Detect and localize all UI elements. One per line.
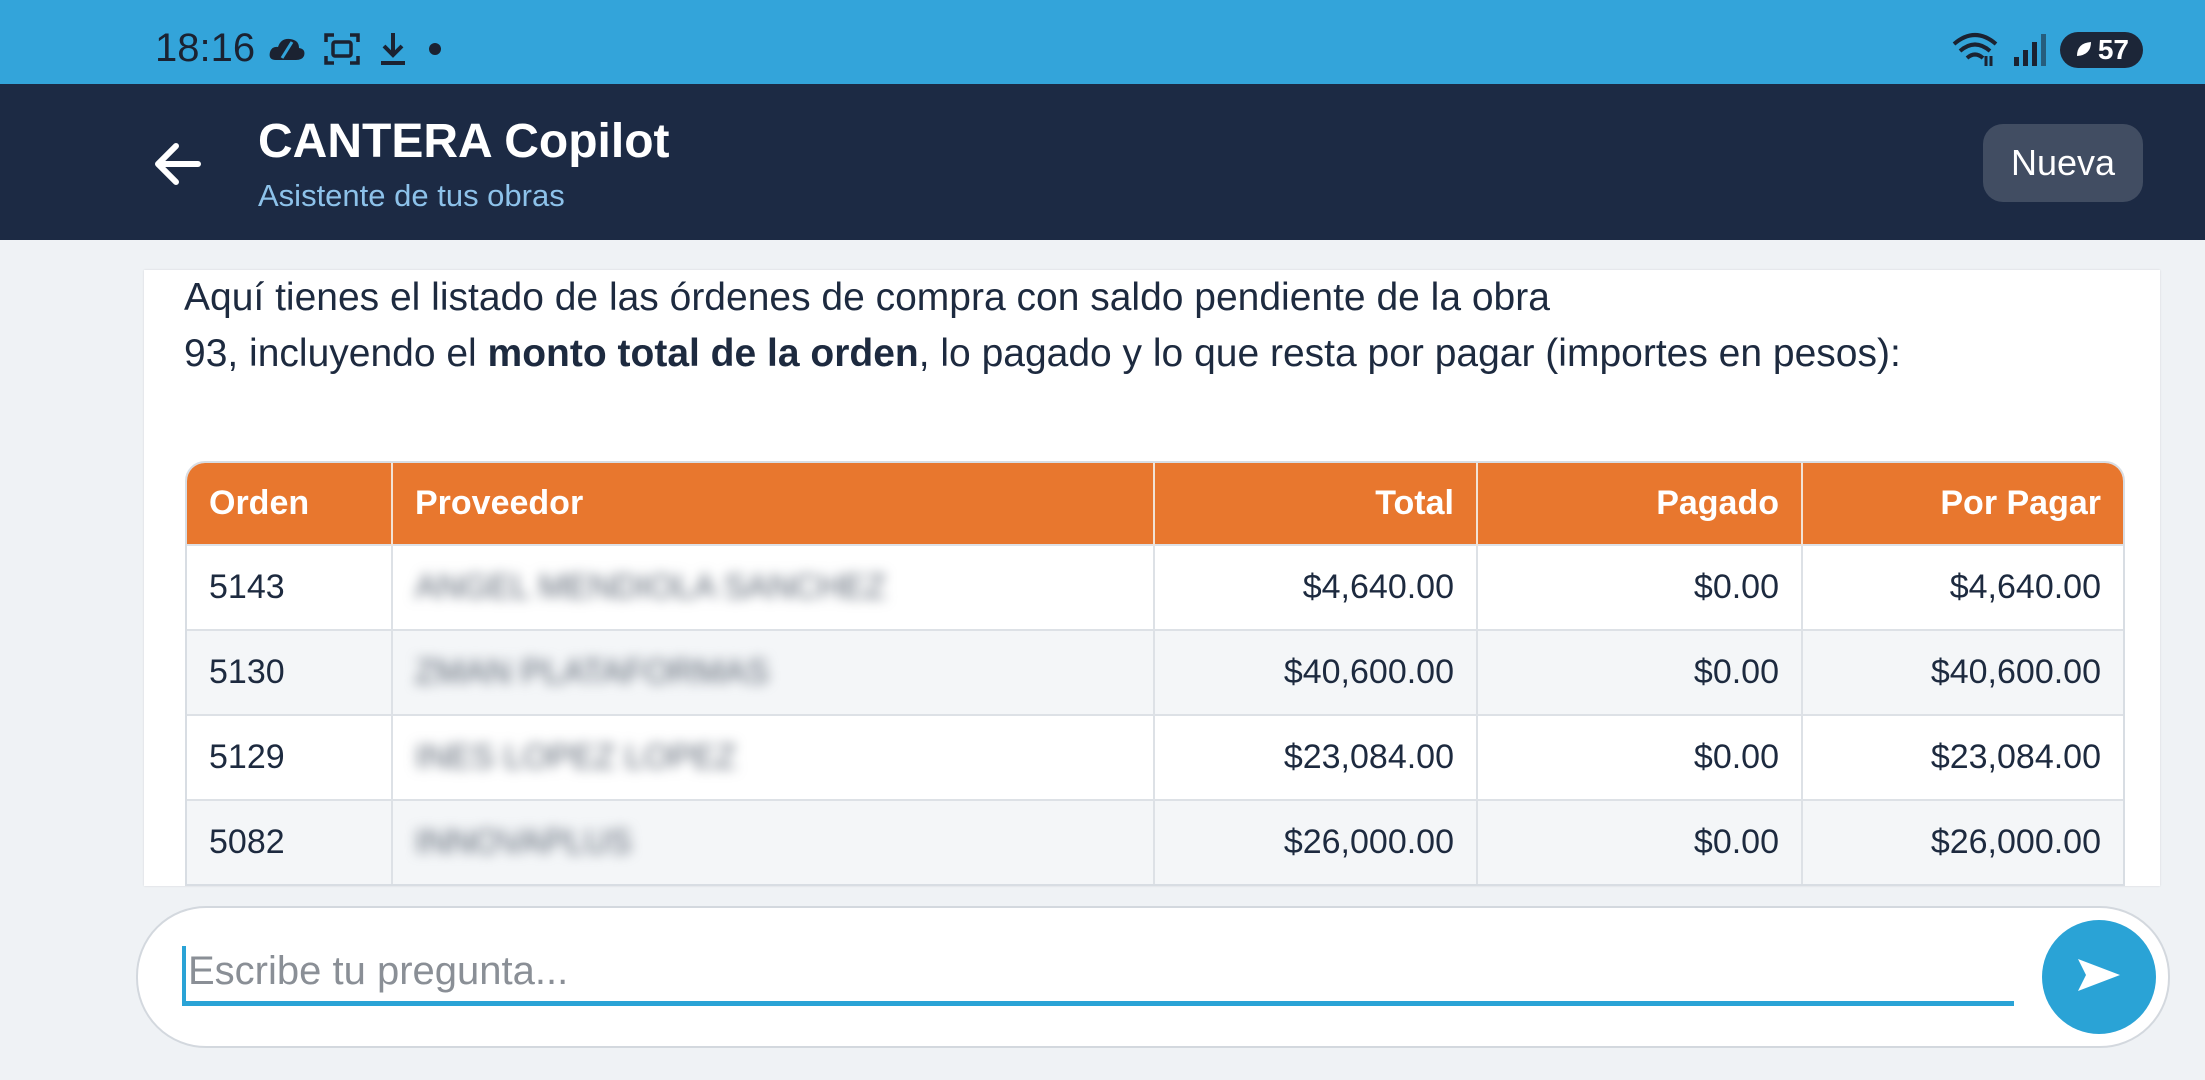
assistant-message-text: Aquí tienes el listado de las órdenes de… bbox=[184, 270, 2124, 382]
blurred-supplier-name: INES LOPEZ LOPEZ bbox=[415, 738, 737, 776]
cell-proveedor: INES LOPEZ LOPEZ bbox=[392, 714, 1155, 800]
back-arrow-icon[interactable] bbox=[148, 134, 208, 194]
cell-orden: 5130 bbox=[187, 629, 393, 715]
cell-por-pagar: $26,000.00 bbox=[1802, 799, 2123, 884]
table-row: 5130 ZMAN PLATAFORMAS $40,600.00 $0.00 $… bbox=[187, 629, 2123, 715]
cloud-icon bbox=[268, 34, 306, 64]
header-orden: Orden bbox=[187, 463, 393, 545]
status-time: 18:16 bbox=[155, 26, 256, 70]
battery-icon: 57 bbox=[2059, 32, 2143, 68]
battery-level: 57 bbox=[2097, 34, 2129, 65]
status-right-icons: 57 bbox=[1950, 28, 2143, 72]
cell-total: $26,000.00 bbox=[1154, 799, 1478, 884]
new-chat-button[interactable]: Nueva bbox=[1983, 124, 2143, 202]
message-line-1: Aquí tienes el listado de las órdenes de… bbox=[184, 276, 1550, 319]
table-header-row: Orden Proveedor Total Pagado Por Pagar bbox=[187, 463, 2123, 545]
cell-total: $4,640.00 bbox=[1154, 544, 1478, 630]
header-por-pagar: Por Pagar bbox=[1802, 463, 2123, 545]
send-icon bbox=[2074, 955, 2124, 1000]
question-input[interactable]: Escribe tu pregunta... bbox=[182, 942, 2014, 1006]
blurred-supplier-name: INNOVAPLUS bbox=[415, 823, 632, 861]
screenshot-icon bbox=[324, 32, 360, 66]
dot-icon bbox=[426, 40, 444, 58]
status-left-icons bbox=[268, 26, 444, 72]
cell-por-pagar: $40,600.00 bbox=[1802, 629, 2123, 715]
text-caret bbox=[182, 946, 186, 1002]
header-pagado: Pagado bbox=[1477, 463, 1803, 545]
cell-proveedor: ZMAN PLATAFORMAS bbox=[392, 629, 1155, 715]
blurred-supplier-name: ANGEL MENDIOLA SANCHEZ bbox=[415, 568, 887, 606]
message-line-2-suffix: , lo pagado y lo que resta por pagar (im… bbox=[918, 332, 1901, 375]
signal-icon bbox=[2012, 33, 2048, 67]
message-line-2-prefix: 93, incluyendo el bbox=[184, 332, 488, 375]
cell-pagado: $0.00 bbox=[1477, 799, 1803, 884]
app-title: CANTERA Copilot bbox=[258, 115, 670, 168]
message-bold-text: monto total de la orden bbox=[487, 332, 919, 375]
assistant-message-card: Aquí tienes el listado de las órdenes de… bbox=[144, 270, 2160, 886]
table-row: 5143 ANGEL MENDIOLA SANCHEZ $4,640.00 $0… bbox=[187, 544, 2123, 630]
cell-pagado: $0.00 bbox=[1477, 714, 1803, 800]
chat-input-bar: Escribe tu pregunta... bbox=[136, 906, 2170, 1048]
header-proveedor: Proveedor bbox=[392, 463, 1155, 545]
cell-total: $23,084.00 bbox=[1154, 714, 1478, 800]
app-bar: CANTERA Copilot Asistente de tus obras N… bbox=[0, 84, 2205, 240]
message-line-2: 93, incluyendo el monto total de la orde… bbox=[184, 326, 2124, 382]
table-row: 5082 INNOVAPLUS $26,000.00 $0.00 $26,000… bbox=[187, 799, 2123, 884]
cell-por-pagar: $23,084.00 bbox=[1802, 714, 2123, 800]
blurred-supplier-name: ZMAN PLATAFORMAS bbox=[415, 653, 769, 691]
cell-pagado: $0.00 bbox=[1477, 629, 1803, 715]
cell-total: $40,600.00 bbox=[1154, 629, 1478, 715]
cell-orden: 5129 bbox=[187, 714, 393, 800]
header-total: Total bbox=[1154, 463, 1478, 545]
cell-pagado: $0.00 bbox=[1477, 544, 1803, 630]
cell-proveedor: INNOVAPLUS bbox=[392, 799, 1155, 884]
send-button[interactable] bbox=[2042, 920, 2156, 1034]
leaf-icon bbox=[2074, 34, 2094, 66]
table-row: 5129 INES LOPEZ LOPEZ $23,084.00 $0.00 $… bbox=[187, 714, 2123, 800]
input-placeholder: Escribe tu pregunta... bbox=[188, 949, 569, 993]
app-subtitle: Asistente de tus obras bbox=[258, 178, 565, 213]
cell-orden: 5143 bbox=[187, 544, 393, 630]
wifi-icon bbox=[1950, 32, 2000, 68]
cell-orden: 5082 bbox=[187, 799, 393, 884]
cell-proveedor: ANGEL MENDIOLA SANCHEZ bbox=[392, 544, 1155, 630]
cell-por-pagar: $4,640.00 bbox=[1802, 544, 2123, 630]
download-icon bbox=[378, 31, 408, 67]
orders-table: Orden Proveedor Total Pagado Por Pagar 5… bbox=[185, 461, 2125, 886]
status-bar: 18:16 57 bbox=[0, 0, 2205, 84]
